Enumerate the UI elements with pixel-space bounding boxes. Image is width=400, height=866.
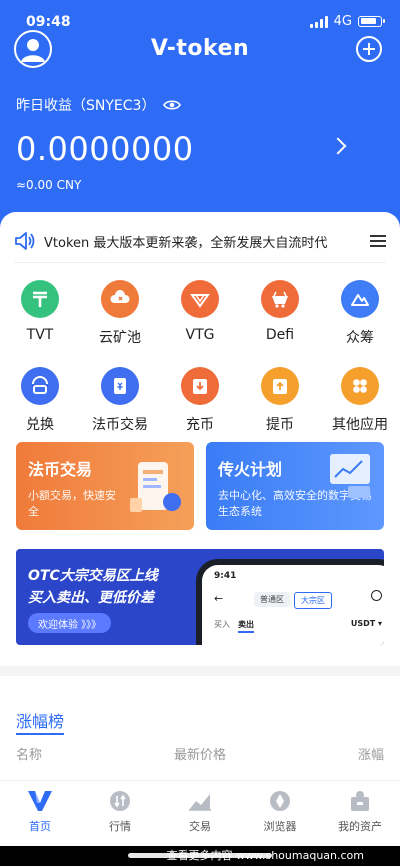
promo-fiat-trade[interactable]: 法币交易 小额交易，快速安全 xyxy=(16,442,194,530)
phone-plus-icon xyxy=(371,590,382,601)
nav-label: 首页 xyxy=(29,820,51,833)
otc-subheadline: 买入卖出、更低价差 xyxy=(28,590,154,606)
grid-label: 法币交易 xyxy=(92,417,148,433)
vtg-icon xyxy=(181,280,219,318)
network-type: 4G xyxy=(333,14,352,29)
nav-assets[interactable]: 我的资产 xyxy=(320,781,400,846)
deposit-icon xyxy=(181,367,219,405)
browser-icon xyxy=(267,789,293,813)
grid-label: 兑换 xyxy=(26,417,54,433)
otc-try-button[interactable]: 欢迎体验 》》》 xyxy=(28,613,112,633)
more-apps-icon xyxy=(341,367,379,405)
grid-item-deposit[interactable]: 充币 xyxy=(160,367,240,434)
earnings-label-text: 昨日收益（SNYEC3） xyxy=(16,98,156,114)
crowdfund-icon xyxy=(341,280,379,318)
grid-label: 提币 xyxy=(266,417,294,433)
main-card: Vtoken 最大版本更新来袭，全新发展大自流时代 TVT 云矿池 VTG De… xyxy=(0,212,400,666)
chevron-right-icon[interactable] xyxy=(329,137,347,155)
notice-text: Vtoken 最大版本更新来袭，全新发展大自流时代 xyxy=(44,235,328,251)
col-change: 涨幅 xyxy=(357,748,384,763)
home-indicator xyxy=(128,853,272,858)
phone-screen: 9:41 ← 普通区 大宗区 买入 卖出 USDT ▾ xyxy=(202,565,384,645)
phone-illustration-icon xyxy=(130,462,181,512)
otc-headline: OTC大宗交易区上线 xyxy=(28,568,158,584)
otc-banner[interactable]: OTC大宗交易区上线 买入卖出、更低价差 欢迎体验 》》》 9:41 ← 普通区… xyxy=(16,549,384,645)
col-price: 最新价格 xyxy=(174,748,227,763)
function-grid: TVT 云矿池 VTG Defi 众筹 兑换 法币交易 充币 提币 其他应用 xyxy=(0,280,400,434)
nav-browser[interactable]: 浏览器 xyxy=(240,781,320,846)
phone-tab-normal: 普通区 xyxy=(254,592,290,607)
divider xyxy=(14,262,386,263)
grid-item-more-apps[interactable]: 其他应用 xyxy=(320,367,400,434)
app-title: V-token xyxy=(150,36,250,61)
tab-underline xyxy=(16,733,64,735)
chart-illustration-icon xyxy=(330,454,370,498)
promo-torch-plan[interactable]: 传火计划 去中心化、高效安全的数字交易生态系统 xyxy=(206,442,384,530)
home-v-icon xyxy=(27,789,53,813)
grid-item-tvt[interactable]: TVT xyxy=(0,280,80,347)
cny-value: ≈0.00 CNY xyxy=(16,178,82,192)
phone-time: 9:41 xyxy=(214,571,237,581)
back-arrow-icon: ← xyxy=(214,592,224,605)
promo-subtitle: 小额交易，快速安全 xyxy=(28,489,116,518)
nav-label: 行情 xyxy=(109,820,131,833)
signal-icon xyxy=(309,15,328,28)
notice-bar[interactable]: Vtoken 最大版本更新来袭，全新发展大自流时代 xyxy=(14,226,386,256)
market-icon xyxy=(107,789,133,813)
earnings-label: 昨日收益（SNYEC3） xyxy=(16,95,182,115)
grid-item-exchange[interactable]: 兑换 xyxy=(0,367,80,434)
grid-label: 云矿池 xyxy=(99,330,141,346)
nav-label: 我的资产 xyxy=(338,820,382,833)
nav-trade[interactable]: 交易 xyxy=(160,781,240,846)
speaker-icon xyxy=(15,232,35,250)
grid-label: 众筹 xyxy=(346,330,374,346)
battery-icon xyxy=(358,16,385,27)
phone-buy-tab: 买入 xyxy=(214,620,230,629)
grid-item-fiat-trade[interactable]: 法币交易 xyxy=(80,367,160,434)
grid-item-crowdfund[interactable]: 众筹 xyxy=(320,280,400,347)
nav-market[interactable]: 行情 xyxy=(80,781,160,846)
gainers-section: 涨幅榜 名称 最新价格 涨幅 xyxy=(0,676,400,780)
phone-mockup: 9:41 ← 普通区 大宗区 买入 卖出 USDT ▾ xyxy=(196,559,384,645)
defi-icon xyxy=(261,280,299,318)
withdraw-icon xyxy=(261,367,299,405)
nav-label: 浏览器 xyxy=(263,820,297,833)
bottom-nav: 首页 行情 交易 浏览器 我的资产 xyxy=(0,780,400,846)
grid-label: 充币 xyxy=(186,417,214,433)
otc-try-label: 欢迎体验 》》》 xyxy=(38,619,102,631)
fiat-trade-icon xyxy=(101,367,139,405)
grid-label: 其他应用 xyxy=(332,417,388,433)
grid-label: VTG xyxy=(185,327,215,343)
grid-item-defi[interactable]: Defi xyxy=(240,280,320,347)
phone-sell-tab: 卖出 xyxy=(238,619,254,633)
status-time: 09:48 xyxy=(26,14,71,30)
grid-item-withdraw[interactable]: 提币 xyxy=(240,367,320,434)
status-bar: 4G xyxy=(309,14,385,29)
nav-home[interactable]: 首页 xyxy=(0,781,80,846)
eye-icon[interactable] xyxy=(163,99,182,111)
col-name: 名称 xyxy=(16,748,43,763)
exchange-icon xyxy=(21,367,59,405)
grid-label: TVT xyxy=(26,327,54,343)
cloud-pool-icon xyxy=(101,280,139,318)
tvt-icon xyxy=(21,280,59,318)
add-button[interactable] xyxy=(356,36,382,62)
list-icon[interactable] xyxy=(370,235,386,247)
phone-tab-bulk: 大宗区 xyxy=(294,592,332,609)
gainers-title[interactable]: 涨幅榜 xyxy=(16,708,64,732)
grid-item-cloud-pool[interactable]: 云矿池 xyxy=(80,280,160,347)
grid-label: Defi xyxy=(265,327,295,343)
balance-value: 0.0000000 xyxy=(16,130,194,168)
trade-icon xyxy=(187,789,213,813)
nav-label: 交易 xyxy=(189,820,211,833)
assets-icon xyxy=(347,789,373,813)
grid-item-vtg[interactable]: VTG xyxy=(160,280,240,347)
phone-coin-select: USDT ▾ xyxy=(350,619,382,628)
